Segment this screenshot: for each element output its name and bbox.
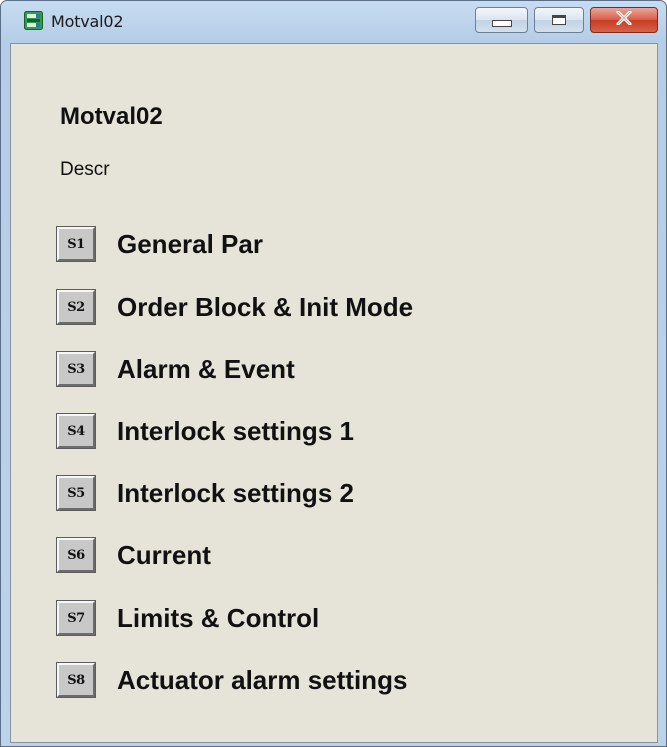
section-label: Alarm & Event	[117, 353, 295, 384]
section-row-limits-control: S7 Limits & Control	[56, 598, 320, 638]
section-label: Order Block & Init Mode	[117, 291, 414, 322]
page-description: Descr	[60, 159, 110, 180]
page-title: Motval02	[60, 103, 163, 130]
window-title: Motval02	[51, 12, 124, 31]
section-button-s1[interactable]: S1	[56, 226, 96, 262]
section-button-s6[interactable]: S6	[56, 537, 96, 573]
section-button-s8[interactable]: S8	[56, 662, 96, 698]
section-button-s7[interactable]: S7	[56, 600, 96, 636]
section-label: Actuator alarm settings	[117, 664, 408, 695]
section-button-s5[interactable]: S5	[56, 475, 96, 511]
section-button-s3[interactable]: S3	[56, 351, 96, 387]
minimize-button[interactable]	[475, 7, 528, 33]
maximize-button[interactable]	[534, 7, 584, 33]
section-row-actuator-alarm: S8 Actuator alarm settings	[56, 660, 408, 700]
minimize-icon	[491, 19, 512, 27]
section-label: General Par	[117, 228, 263, 259]
section-label: Interlock settings 2	[117, 477, 354, 508]
section-row-order-block: S2 Order Block & Init Mode	[56, 287, 414, 327]
section-row-interlock-2: S5 Interlock settings 2	[56, 473, 354, 513]
section-row-current: S6 Current	[56, 535, 211, 575]
caption-buttons	[469, 7, 658, 35]
section-label: Interlock settings 1	[117, 415, 354, 446]
close-icon	[616, 9, 632, 30]
app-window-icon[interactable]	[24, 11, 43, 30]
section-row-interlock-1: S4 Interlock settings 1	[56, 411, 354, 451]
section-row-alarm-event: S3 Alarm & Event	[56, 349, 295, 389]
section-row-general-par: S1 General Par	[56, 224, 263, 264]
section-button-s2[interactable]: S2	[56, 289, 96, 325]
client-area	[10, 43, 658, 743]
maximize-icon	[552, 15, 566, 25]
close-button[interactable]	[590, 7, 658, 33]
section-label: Limits & Control	[117, 602, 320, 633]
title-bar[interactable]: Motval02	[1, 1, 666, 43]
section-label: Current	[117, 539, 211, 570]
dialog-window: Motval02 Motval02 Descr S1 General Par S…	[0, 0, 667, 747]
section-button-s4[interactable]: S4	[56, 413, 96, 449]
